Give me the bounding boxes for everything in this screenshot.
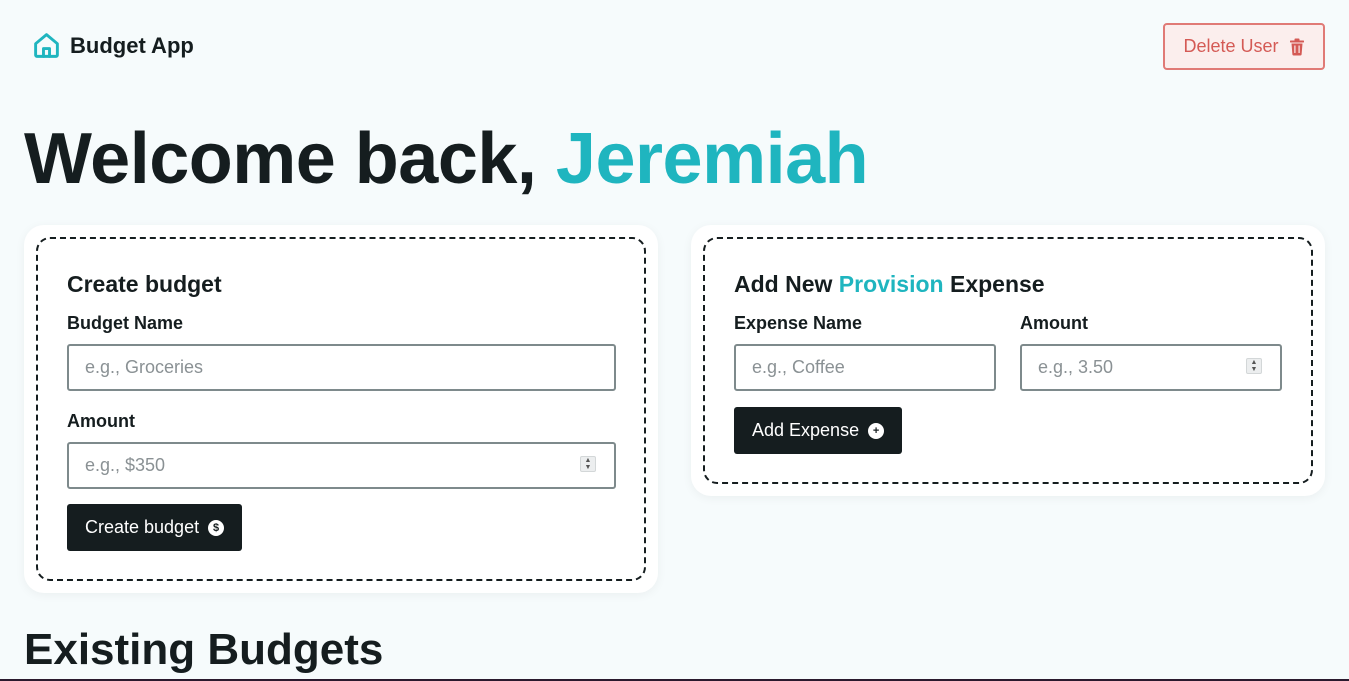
expense-amount-label: Amount <box>1020 313 1088 333</box>
add-expense-card: Add New Provision Expense Expense Name A… <box>691 225 1325 496</box>
stepper-down-icon: ▼ <box>1250 366 1258 373</box>
expense-amount-stepper[interactable]: ▲ ▼ <box>1246 358 1262 374</box>
budget-amount-stepper[interactable]: ▲ ▼ <box>580 456 596 472</box>
plus-circle-icon: + <box>868 422 885 439</box>
existing-budgets-heading: Existing Budgets <box>24 625 384 674</box>
brand-name: Budget App <box>70 32 194 58</box>
expense-amount-input[interactable] <box>1020 344 1282 391</box>
expense-name-input[interactable] <box>734 344 996 391</box>
welcome-username: Jeremiah <box>555 119 869 199</box>
trash-icon <box>1289 38 1305 56</box>
create-budget-form: Create budget Budget Name Amount ▲ ▼ Cre… <box>36 237 646 581</box>
add-expense-button[interactable]: Add Expense + <box>734 407 903 454</box>
add-expense-title-suffix: Expense <box>943 271 1045 297</box>
expense-name-label: Expense Name <box>734 313 863 333</box>
stepper-up-icon: ▲ <box>1250 359 1258 366</box>
home-icon <box>32 31 61 60</box>
budget-amount-label: Amount <box>67 411 135 431</box>
budget-amount-input[interactable] <box>67 442 616 489</box>
home-link[interactable]: Budget App <box>32 31 194 60</box>
add-expense-budget-name: Provision <box>838 271 944 297</box>
welcome-prefix: Welcome back, <box>24 119 556 199</box>
budget-name-input[interactable] <box>67 344 616 391</box>
budget-name-label: Budget Name <box>67 313 184 333</box>
dollar-circle-icon: $ <box>208 519 225 536</box>
add-expense-form: Add New Provision Expense Expense Name A… <box>703 237 1313 484</box>
add-expense-button-label: Add Expense <box>752 420 860 440</box>
add-expense-title-prefix: Add New <box>734 271 839 297</box>
delete-user-label: Delete User <box>1183 36 1279 56</box>
stepper-down-icon: ▼ <box>584 464 592 471</box>
welcome-heading: Welcome back, Jeremiah <box>24 118 869 200</box>
create-budget-button[interactable]: Create budget $ <box>67 504 243 551</box>
delete-user-button[interactable]: Delete User <box>1163 23 1325 70</box>
stepper-up-icon: ▲ <box>584 457 592 464</box>
add-expense-title: Add New Provision Expense <box>734 271 1045 298</box>
create-budget-title: Create budget <box>67 271 222 297</box>
create-budget-button-label: Create budget <box>85 517 200 537</box>
create-budget-card: Create budget Budget Name Amount ▲ ▼ Cre… <box>24 225 658 593</box>
